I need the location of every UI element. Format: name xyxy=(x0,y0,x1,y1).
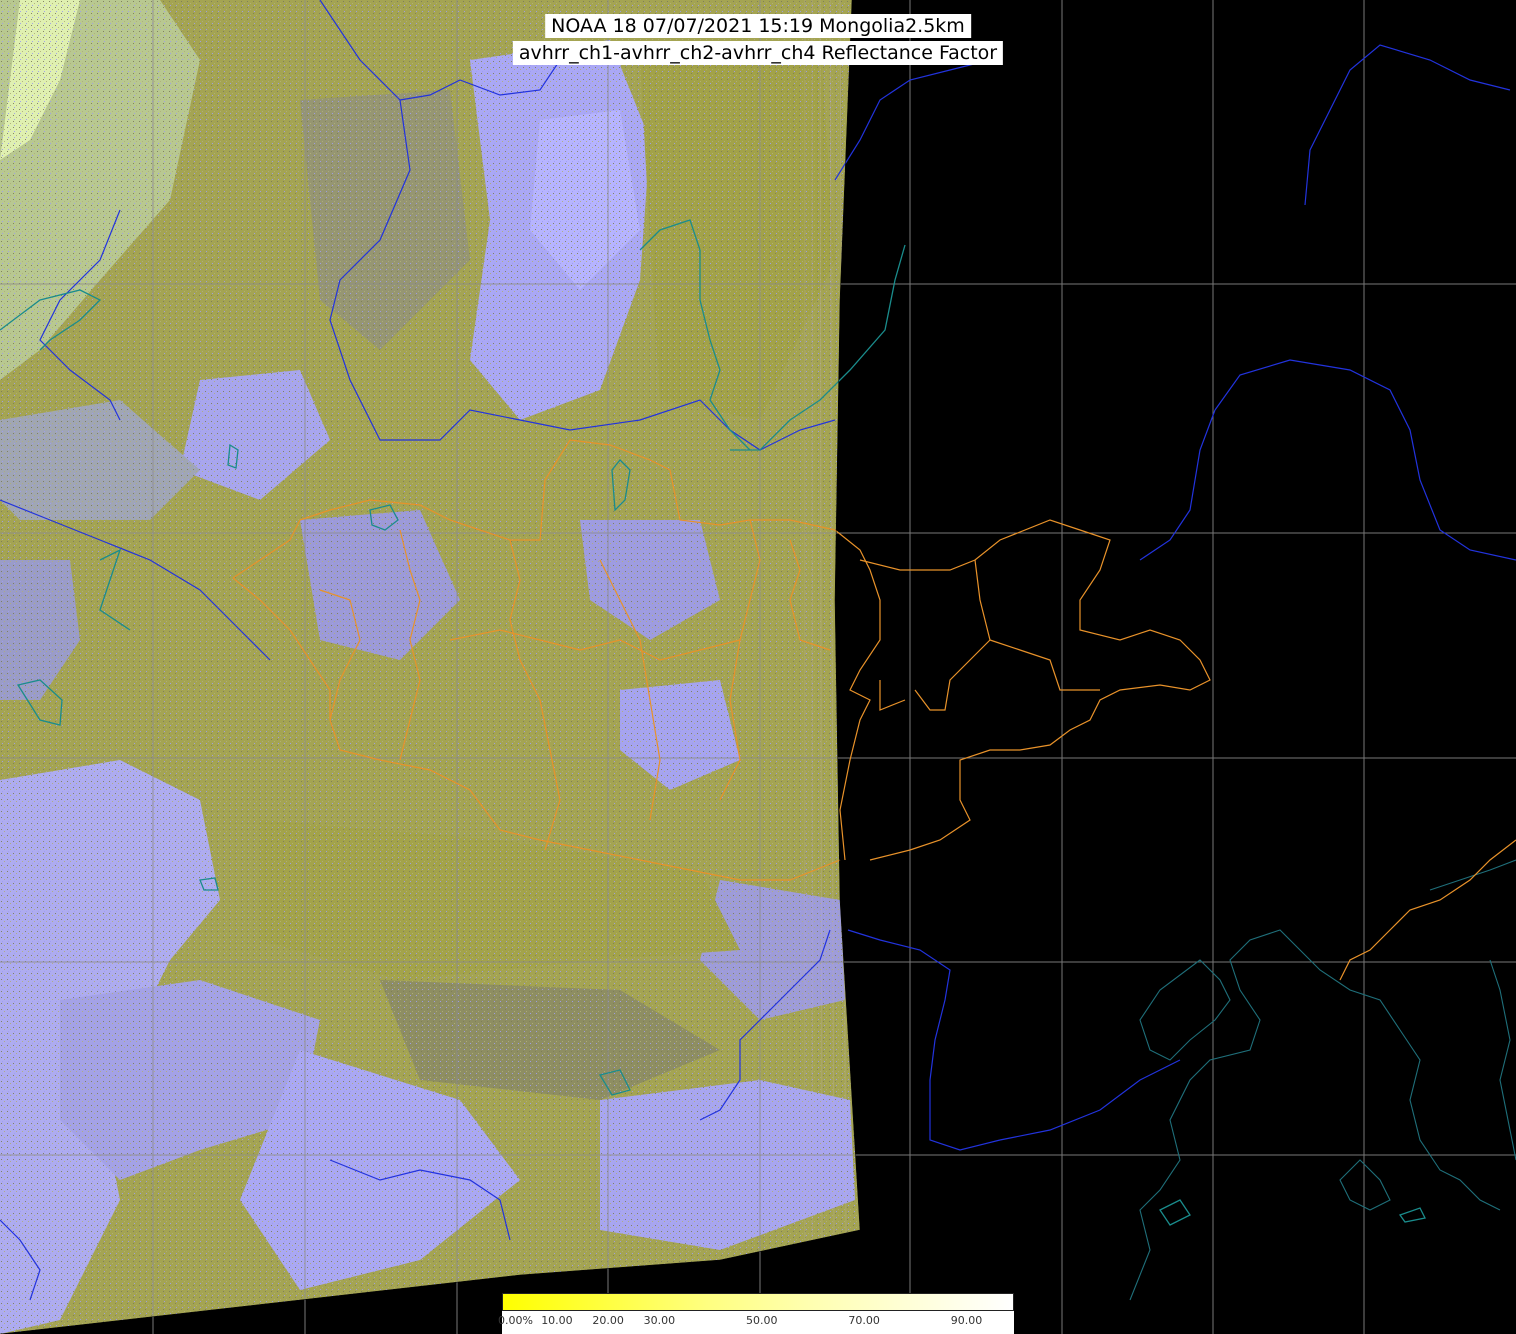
colorbar-tick-label: 20.00 xyxy=(592,1314,624,1327)
colorbar-tick-label: 50.00 xyxy=(746,1314,778,1327)
map-title: NOAA 18 07/07/2021 15:19 Mongolia2.5km xyxy=(545,14,971,38)
colorbar-tick-label: 0.00% xyxy=(498,1314,533,1327)
colorbar-tick-label: 30.00 xyxy=(643,1314,676,1327)
colorbar-tick-label: 10.00 xyxy=(541,1314,573,1327)
colorbar-tick-label: 70.00 xyxy=(848,1314,880,1327)
colorbar xyxy=(502,1293,1014,1311)
map-subtitle: avhrr_ch1-avhrr_ch2-avhrr_ch4 Reflectanc… xyxy=(512,41,1004,65)
colorbar-tick-label: 90.00 xyxy=(950,1314,983,1327)
satellite-swath xyxy=(0,0,860,1334)
colorbar-tick-labels: 0.00% 10.00 20.00 30.00 50.00 70.00 90.00 xyxy=(498,1311,1014,1334)
satellite-map xyxy=(0,0,1516,1334)
